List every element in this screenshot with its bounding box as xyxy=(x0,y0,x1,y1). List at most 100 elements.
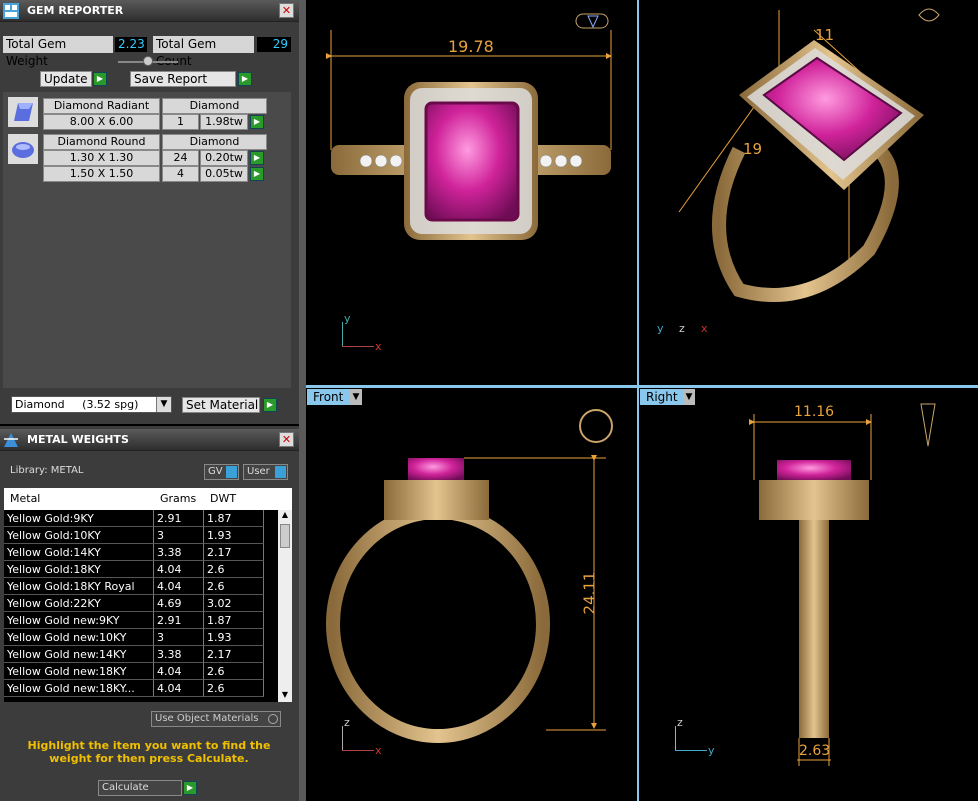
chevron-down-icon[interactable]: ▼ xyxy=(683,389,695,405)
table-cell: Yellow Gold new:10KY xyxy=(4,629,154,646)
gem-list: Diamond Radiant Diamond 8.00 X 6.00 1 1.… xyxy=(3,92,291,388)
table-row[interactable]: Yellow Gold new:14KY 3.38 2.17 xyxy=(4,646,276,663)
scroll-thumb[interactable] xyxy=(280,524,290,548)
save-report-go-icon[interactable]: ▶ xyxy=(238,72,252,86)
table-cell: 1.93 xyxy=(204,527,264,544)
table-cell: Yellow Gold new:9KY xyxy=(4,612,154,629)
table-cell: 4.04 xyxy=(154,578,204,595)
panel-divider[interactable] xyxy=(299,0,306,801)
column-header[interactable]: DWT xyxy=(210,492,236,505)
table-cell: Yellow Gold:22KY xyxy=(4,595,154,612)
table-cell: 3 xyxy=(154,527,204,544)
gem-size: 8.00 X 6.00 xyxy=(43,114,160,130)
table-cell: 2.17 xyxy=(204,544,264,561)
gem-go-icon[interactable]: ▶ xyxy=(250,151,264,165)
table-cell: Yellow Gold new:18KY xyxy=(4,663,154,680)
radiant-diamond-icon xyxy=(8,97,38,127)
viewport-label-right[interactable]: Right ▼ xyxy=(640,389,695,405)
table-cell: Yellow Gold:18KY Royal xyxy=(4,578,154,595)
gem-name[interactable]: Diamond Round xyxy=(43,134,160,150)
gem-count: 24 xyxy=(162,150,199,166)
calculate-go-icon[interactable]: ▶ xyxy=(183,781,197,795)
material-select[interactable]: Diamond (3.52 spg) ▼ xyxy=(11,396,172,413)
gem-size: 1.30 X 1.30 xyxy=(43,150,160,166)
table-row[interactable]: Yellow Gold:22KY 4.69 3.02 xyxy=(4,595,276,612)
gem-weight: 0.20tw xyxy=(200,150,248,166)
table-cell: 2.6 xyxy=(204,663,264,680)
gem-weight: 1.98tw xyxy=(200,114,248,130)
table-row[interactable]: Yellow Gold new:18KY 4.04 2.6 xyxy=(4,663,276,680)
gem-size: 1.50 X 1.50 xyxy=(43,166,160,182)
table-cell: 3 xyxy=(154,629,204,646)
scroll-down-icon[interactable]: ▼ xyxy=(278,690,292,702)
gem-name[interactable]: Diamond Radiant xyxy=(43,98,160,114)
gem-reporter-titlebar: GEM REPORTER ✕ xyxy=(0,0,299,22)
table-cell: Yellow Gold:18KY xyxy=(4,561,154,578)
gem-go-icon[interactable]: ▶ xyxy=(250,167,264,181)
table-row[interactable]: Yellow Gold:10KY 3 1.93 xyxy=(4,527,276,544)
axis-indicator: y x xyxy=(342,312,382,353)
gv-toggle[interactable]: GV xyxy=(204,464,239,480)
chevron-down-icon[interactable]: ▼ xyxy=(156,397,171,412)
axis-indicator: z y xyxy=(675,716,715,757)
user-toggle[interactable]: User xyxy=(243,464,288,480)
column-header[interactable]: Grams xyxy=(160,492,196,505)
viewport-right[interactable]: Right ▼ 11.16 2.63 z y xyxy=(639,388,970,792)
splitter-knob[interactable] xyxy=(143,56,153,66)
column-header[interactable]: Metal xyxy=(10,492,40,505)
calculate-button[interactable]: Calculate xyxy=(98,780,182,796)
viewport-front[interactable]: Front ▼ 24.11 z x xyxy=(306,388,637,792)
table-cell: Yellow Gold:14KY xyxy=(4,544,154,561)
table-cell: 2.6 xyxy=(204,561,264,578)
update-go-icon[interactable]: ▶ xyxy=(93,72,107,86)
table-cell: 1.93 xyxy=(204,629,264,646)
table-row[interactable]: Yellow Gold:14KY 3.38 2.17 xyxy=(4,544,276,561)
scroll-up-icon[interactable]: ▲ xyxy=(278,510,292,522)
toggle-icon xyxy=(226,466,237,478)
gem-reporter-icon xyxy=(3,3,19,19)
update-button[interactable]: Update xyxy=(40,71,92,87)
gem-material[interactable]: Diamond xyxy=(162,98,267,114)
viewport-top[interactable]: 19.78 y x xyxy=(306,0,637,385)
gem-go-icon[interactable]: ▶ xyxy=(250,115,264,129)
chevron-down-icon[interactable]: ▼ xyxy=(350,389,362,405)
table-cell: 2.6 xyxy=(204,578,264,595)
use-object-materials-toggle[interactable]: Use Object Materials xyxy=(151,711,281,727)
gem-material[interactable]: Diamond xyxy=(162,134,267,150)
table-row[interactable]: Yellow Gold new:9KY 2.91 1.87 xyxy=(4,612,276,629)
gem-reporter-panel: GEM REPORTER ✕ Total Gem Weight 2.23 Tot… xyxy=(0,0,299,424)
close-icon[interactable]: ✕ xyxy=(279,432,294,447)
library-label: Library: METAL xyxy=(10,465,84,476)
axis-indicator: z x xyxy=(342,716,382,757)
set-material-button[interactable]: Set Material xyxy=(182,397,260,413)
total-gem-count-value: 29 xyxy=(257,37,291,52)
table-row[interactable]: Yellow Gold new:10KY 3 1.93 xyxy=(4,629,276,646)
table-cell: 1.87 xyxy=(204,510,264,527)
metal-table[interactable]: Metal Grams DWT Yellow Gold:9KY 2.91 1.87 Y… xyxy=(4,488,292,702)
table-cell: 3.38 xyxy=(154,544,204,561)
table-cell: 2.6 xyxy=(204,680,264,697)
viewport-perspective[interactable]: 11 19 y z x xyxy=(639,0,970,385)
gem-reporter-title: GEM REPORTER xyxy=(27,4,124,17)
table-cell: 2.17 xyxy=(204,646,264,663)
metal-weights-titlebar: METAL WEIGHTS ✕ xyxy=(0,429,299,451)
close-icon[interactable]: ✕ xyxy=(279,3,294,18)
save-report-button[interactable]: Save Report xyxy=(130,71,236,87)
table-row[interactable]: Yellow Gold:18KY 4.04 2.6 xyxy=(4,561,276,578)
gem-weight: 0.05tw xyxy=(200,166,248,182)
set-material-go-icon[interactable]: ▶ xyxy=(263,398,277,412)
table-row[interactable]: Yellow Gold:9KY 2.91 1.87 xyxy=(4,510,276,527)
table-row[interactable]: Yellow Gold:18KY Royal 4.04 2.6 xyxy=(4,578,276,595)
table-cell: 3.38 xyxy=(154,646,204,663)
table-cell: Yellow Gold:9KY xyxy=(4,510,154,527)
scale-icon xyxy=(4,433,18,447)
table-cell: 4.04 xyxy=(154,561,204,578)
table-row[interactable]: Yellow Gold new:18KY... 4.04 2.6 xyxy=(4,680,276,697)
viewport-label-front[interactable]: Front ▼ xyxy=(307,389,362,405)
hint-text: Highlight the item you want to find the … xyxy=(27,739,271,765)
scrollbar[interactable]: ▲ ▼ xyxy=(278,510,292,702)
table-cell: 2.91 xyxy=(154,510,204,527)
toggle-icon xyxy=(275,466,286,478)
dimension-label: 19 xyxy=(743,140,763,158)
dimension-label: 2.63 xyxy=(799,743,831,759)
